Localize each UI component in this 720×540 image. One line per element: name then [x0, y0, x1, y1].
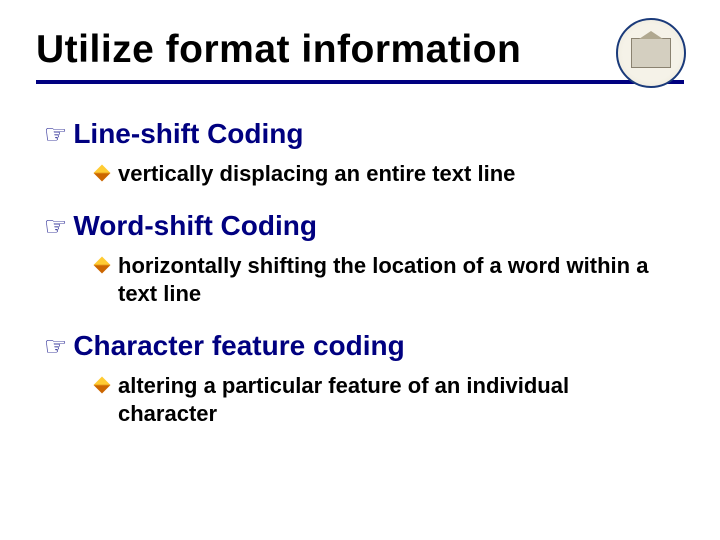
- pointing-hand-icon: ☞: [44, 330, 67, 362]
- slide-title: Utilize format information: [36, 28, 684, 78]
- content-list: ☞ Line-shift Coding vertically displacin…: [36, 118, 684, 428]
- list-subitem: altering a particular feature of an indi…: [96, 372, 684, 428]
- item-detail: altering a particular feature of an indi…: [118, 372, 664, 428]
- list-subitem: vertically displacing an entire text lin…: [96, 160, 684, 188]
- title-rule: [36, 80, 684, 84]
- diamond-bullet-icon: [94, 165, 111, 182]
- slide: Utilize format information ☞ Line-shift …: [0, 0, 720, 540]
- item-heading: Line-shift Coding: [73, 118, 303, 150]
- item-detail: vertically displacing an entire text lin…: [118, 160, 515, 188]
- item-heading: Word-shift Coding: [73, 210, 317, 242]
- diamond-bullet-icon: [94, 257, 111, 274]
- university-seal-icon: [616, 18, 686, 88]
- list-subitem: horizontally shifting the location of a …: [96, 252, 684, 308]
- item-detail: horizontally shifting the location of a …: [118, 252, 664, 308]
- list-item: ☞ Character feature coding: [44, 330, 684, 362]
- item-heading: Character feature coding: [73, 330, 404, 362]
- list-item: ☞ Word-shift Coding: [44, 210, 684, 242]
- list-item: ☞ Line-shift Coding: [44, 118, 684, 150]
- pointing-hand-icon: ☞: [44, 210, 67, 242]
- diamond-bullet-icon: [94, 377, 111, 394]
- slide-header: Utilize format information: [36, 28, 684, 84]
- pointing-hand-icon: ☞: [44, 118, 67, 150]
